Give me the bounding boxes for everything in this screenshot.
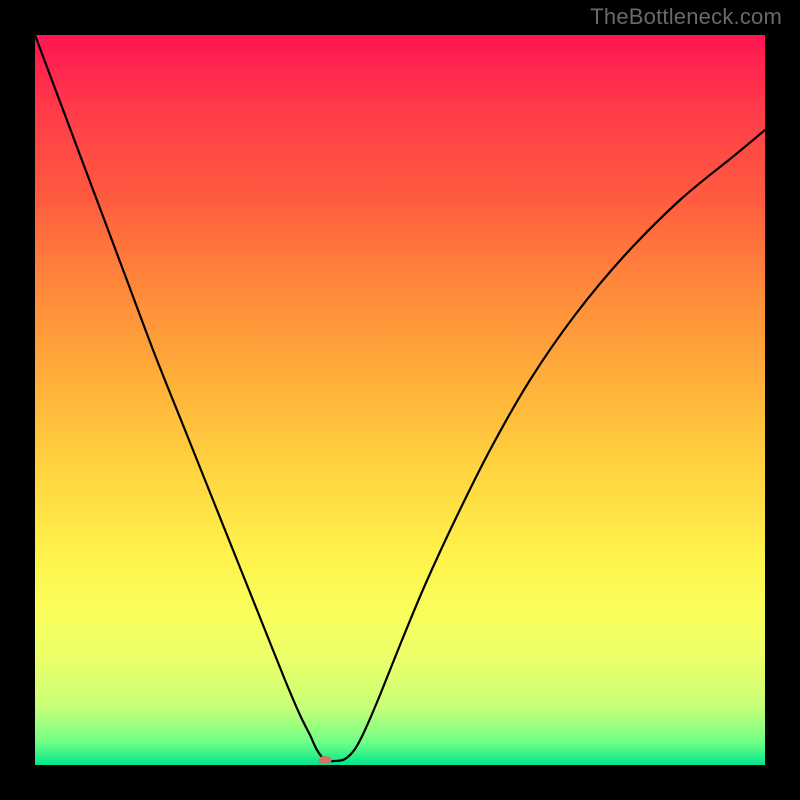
chart-wrapper: TheBottleneck.com [0,0,800,800]
optimal-marker [319,756,332,764]
bottleneck-curve [35,35,765,761]
attribution-text: TheBottleneck.com [590,4,782,30]
plot-area [35,35,765,765]
curve-svg [35,35,765,765]
